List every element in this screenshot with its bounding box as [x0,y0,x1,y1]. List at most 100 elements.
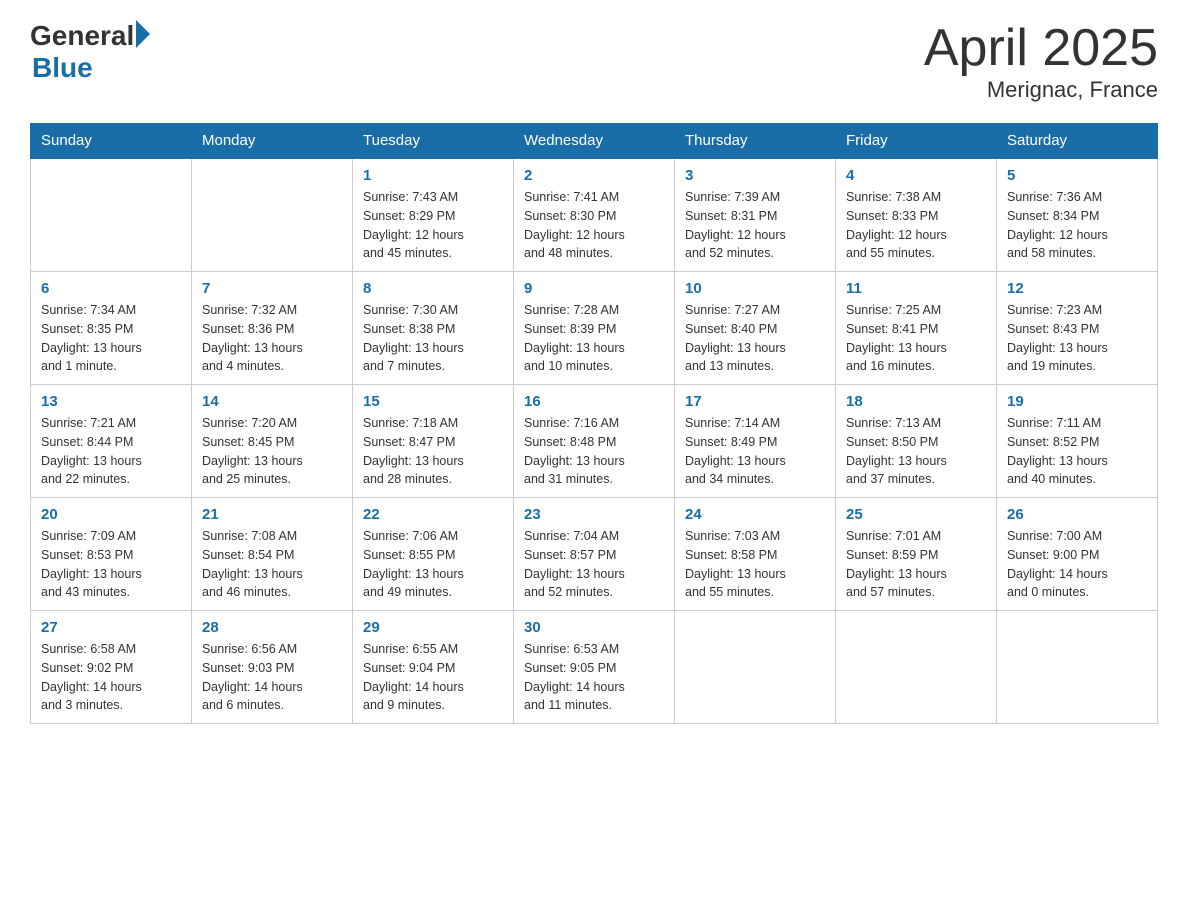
calendar-week-3: 13 Sunrise: 7:21 AM Sunset: 8:44 PM Dayli… [31,385,1158,498]
calendar-cell: 4 Sunrise: 7:38 AM Sunset: 8:33 PM Daylig… [836,158,997,272]
weekday-saturday: Saturday [997,124,1158,159]
calendar-cell: 23 Sunrise: 7:04 AM Sunset: 8:57 PM Dayli… [514,498,675,611]
logo-general-text: General [30,20,134,52]
calendar-cell: 20 Sunrise: 7:09 AM Sunset: 8:53 PM Dayli… [31,498,192,611]
weekday-friday: Friday [836,124,997,159]
day-number: 12 [1007,280,1147,297]
weekday-tuesday: Tuesday [353,124,514,159]
day-info: Sunrise: 7:28 AM Sunset: 8:39 PM Dayligh… [524,301,664,376]
calendar-cell [31,158,192,272]
calendar-cell: 7Sunrise: 7:32 AM Sunset: 8:36 PM Daylig… [192,272,353,385]
calendar-cell: 18 Sunrise: 7:13 AM Sunset: 8:50 PM Dayli… [836,385,997,498]
day-info: Sunrise: 7:13 AM Sunset: 8:50 PM Dayligh… [846,414,986,489]
calendar-cell: 3 Sunrise: 7:39 AM Sunset: 8:31 PM Daylig… [675,158,836,272]
day-number: 2 [524,167,664,184]
calendar-cell: 15Sunrise: 7:18 AM Sunset: 8:47 PM Dayli… [353,385,514,498]
day-info: Sunrise: 7:11 AM Sunset: 8:52 PM Dayligh… [1007,414,1147,489]
day-number: 16 [524,393,664,410]
day-info: Sunrise: 7:39 AM Sunset: 8:31 PM Dayligh… [685,188,825,263]
day-info: Sunrise: 6:55 AM Sunset: 9:04 PM Dayligh… [363,640,503,715]
weekday-thursday: Thursday [675,124,836,159]
day-info: Sunrise: 7:25 AM Sunset: 8:41 PM Dayligh… [846,301,986,376]
day-number: 23 [524,506,664,523]
day-info: Sunrise: 7:27 AM Sunset: 8:40 PM Dayligh… [685,301,825,376]
calendar-cell: 24 Sunrise: 7:03 AM Sunset: 8:58 PM Dayli… [675,498,836,611]
day-info: Sunrise: 6:58 AM Sunset: 9:02 PM Dayligh… [41,640,181,715]
logo-arrow-icon [136,20,150,48]
day-number: 22 [363,506,503,523]
day-info: Sunrise: 6:56 AM Sunset: 9:03 PM Dayligh… [202,640,342,715]
day-info: Sunrise: 7:18 AM Sunset: 8:47 PM Dayligh… [363,414,503,489]
day-number: 13 [41,393,181,410]
day-number: 20 [41,506,181,523]
calendar-cell [836,611,997,724]
calendar-cell: 12 Sunrise: 7:23 AM Sunset: 8:43 PM Dayli… [997,272,1158,385]
calendar-cell: 14Sunrise: 7:20 AM Sunset: 8:45 PM Dayli… [192,385,353,498]
logo-blue-text: Blue [32,52,93,84]
day-info: Sunrise: 7:38 AM Sunset: 8:33 PM Dayligh… [846,188,986,263]
day-info: Sunrise: 7:34 AM Sunset: 8:35 PM Dayligh… [41,301,181,376]
calendar-cell: 11Sunrise: 7:25 AM Sunset: 8:41 PM Dayli… [836,272,997,385]
calendar-cell: 28Sunrise: 6:56 AM Sunset: 9:03 PM Dayli… [192,611,353,724]
calendar-cell: 10 Sunrise: 7:27 AM Sunset: 8:40 PM Dayli… [675,272,836,385]
logo: General Blue [30,20,150,84]
day-info: Sunrise: 7:03 AM Sunset: 8:58 PM Dayligh… [685,527,825,602]
day-number: 8 [363,280,503,297]
day-info: Sunrise: 7:04 AM Sunset: 8:57 PM Dayligh… [524,527,664,602]
day-number: 24 [685,506,825,523]
day-info: Sunrise: 7:09 AM Sunset: 8:53 PM Dayligh… [41,527,181,602]
calendar-cell: 26 Sunrise: 7:00 AM Sunset: 9:00 PM Dayli… [997,498,1158,611]
calendar-week-2: 6Sunrise: 7:34 AM Sunset: 8:35 PM Daylig… [31,272,1158,385]
day-info: Sunrise: 6:53 AM Sunset: 9:05 PM Dayligh… [524,640,664,715]
calendar-week-1: 1 Sunrise: 7:43 AM Sunset: 8:29 PM Daylig… [31,158,1158,272]
day-number: 18 [846,393,986,410]
day-number: 10 [685,280,825,297]
day-info: Sunrise: 7:08 AM Sunset: 8:54 PM Dayligh… [202,527,342,602]
day-number: 30 [524,619,664,636]
calendar-cell: 29Sunrise: 6:55 AM Sunset: 9:04 PM Dayli… [353,611,514,724]
day-info: Sunrise: 7:14 AM Sunset: 8:49 PM Dayligh… [685,414,825,489]
day-info: Sunrise: 7:36 AM Sunset: 8:34 PM Dayligh… [1007,188,1147,263]
weekday-wednesday: Wednesday [514,124,675,159]
day-info: Sunrise: 7:43 AM Sunset: 8:29 PM Dayligh… [363,188,503,263]
calendar-body: 1 Sunrise: 7:43 AM Sunset: 8:29 PM Daylig… [31,158,1158,724]
day-number: 26 [1007,506,1147,523]
day-number: 3 [685,167,825,184]
day-number: 1 [363,167,503,184]
page-header: General Blue April 2025 Merignac, France [30,20,1158,103]
day-info: Sunrise: 7:06 AM Sunset: 8:55 PM Dayligh… [363,527,503,602]
weekday-sunday: Sunday [31,124,192,159]
day-number: 9 [524,280,664,297]
calendar-cell: 30 Sunrise: 6:53 AM Sunset: 9:05 PM Dayli… [514,611,675,724]
calendar-subtitle: Merignac, France [924,77,1158,103]
day-info: Sunrise: 7:00 AM Sunset: 9:00 PM Dayligh… [1007,527,1147,602]
weekday-monday: Monday [192,124,353,159]
calendar-cell: 27 Sunrise: 6:58 AM Sunset: 9:02 PM Dayli… [31,611,192,724]
day-info: Sunrise: 7:41 AM Sunset: 8:30 PM Dayligh… [524,188,664,263]
calendar-week-4: 20 Sunrise: 7:09 AM Sunset: 8:53 PM Dayli… [31,498,1158,611]
day-number: 7 [202,280,342,297]
calendar-header: SundayMondayTuesdayWednesdayThursdayFrid… [31,124,1158,159]
calendar-cell [997,611,1158,724]
day-number: 21 [202,506,342,523]
day-number: 4 [846,167,986,184]
calendar-table: SundayMondayTuesdayWednesdayThursdayFrid… [30,123,1158,724]
day-number: 25 [846,506,986,523]
day-number: 19 [1007,393,1147,410]
calendar-cell: 22 Sunrise: 7:06 AM Sunset: 8:55 PM Dayli… [353,498,514,611]
calendar-cell: 17 Sunrise: 7:14 AM Sunset: 8:49 PM Dayli… [675,385,836,498]
weekday-header-row: SundayMondayTuesdayWednesdayThursdayFrid… [31,124,1158,159]
calendar-cell: 19 Sunrise: 7:11 AM Sunset: 8:52 PM Dayli… [997,385,1158,498]
calendar-cell: 6Sunrise: 7:34 AM Sunset: 8:35 PM Daylig… [31,272,192,385]
calendar-cell [675,611,836,724]
calendar-cell: 8Sunrise: 7:30 AM Sunset: 8:38 PM Daylig… [353,272,514,385]
day-number: 5 [1007,167,1147,184]
day-info: Sunrise: 7:23 AM Sunset: 8:43 PM Dayligh… [1007,301,1147,376]
calendar-cell: 25Sunrise: 7:01 AM Sunset: 8:59 PM Dayli… [836,498,997,611]
calendar-cell: 21 Sunrise: 7:08 AM Sunset: 8:54 PM Dayli… [192,498,353,611]
day-number: 27 [41,619,181,636]
day-info: Sunrise: 7:21 AM Sunset: 8:44 PM Dayligh… [41,414,181,489]
day-number: 17 [685,393,825,410]
calendar-cell: 16Sunrise: 7:16 AM Sunset: 8:48 PM Dayli… [514,385,675,498]
calendar-title: April 2025 [924,20,1158,77]
